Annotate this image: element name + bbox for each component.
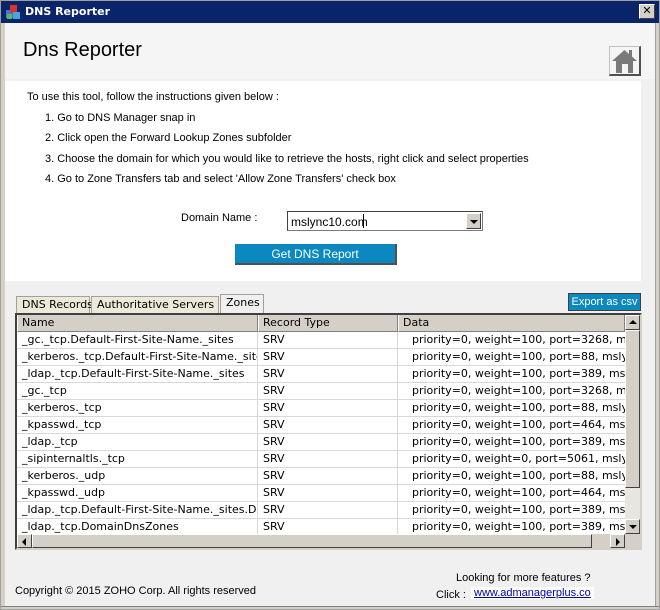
domain-name-combobox[interactable]: mslync10.com <box>287 211 483 231</box>
table-row[interactable]: _ldap._tcp.Default-First-Site-Name._site… <box>17 366 625 383</box>
text-cursor <box>363 214 364 228</box>
close-button[interactable]: ✕ <box>639 4 655 19</box>
cell-data: priority=0, weight=100, port=88, mslync1… <box>412 469 625 482</box>
instruction-step: 4. Go to Zone Transfers tab and select '… <box>45 173 396 185</box>
cell-name: _gc._tcp <box>17 383 258 400</box>
page-title: Dns Reporter <box>23 39 142 61</box>
cell-data: priority=0, weight=100, port=464, mslync… <box>412 418 625 431</box>
cell-name: _ldap._tcp.Default-First-Site-Name._site… <box>17 366 258 383</box>
cell-record-type: SRV <box>258 468 398 485</box>
vertical-scrollbar[interactable] <box>625 315 640 534</box>
home-icon <box>612 50 637 73</box>
tab-authoritative-servers[interactable]: Authoritative Servers <box>91 296 219 313</box>
table-row[interactable]: _kerberos._tcp.Default-First-Site-Name._… <box>17 349 625 366</box>
dns-reporter-app-icon <box>6 5 20 19</box>
home-button[interactable] <box>609 46 641 76</box>
cell-data: priority=0, weight=100, port=389, mslync… <box>412 503 625 516</box>
table-row[interactable]: _kerberos._tcp SRV priority=0, weight=100,… <box>17 400 625 417</box>
dns-reporter-window: DNS Reporter ✕ Dns Reporter To use this … <box>0 0 660 610</box>
domain-name-value[interactable]: mslync10.com <box>291 215 368 229</box>
cell-record-type: SRV <box>258 434 398 451</box>
copyright-text: Copyright © 2015 ZOHO Corp. All rights r… <box>15 585 257 597</box>
cell-name: _ldap._tcp <box>17 434 258 451</box>
dropdown-arrow-icon[interactable] <box>466 213 481 229</box>
table-row[interactable]: _kerberos._udp SRV priority=0, weight=100,… <box>17 468 625 485</box>
cell-record-type: SRV <box>258 400 398 417</box>
cell-data: priority=0, weight=100, port=464, mslync… <box>412 486 625 499</box>
scrollbar-corner <box>625 534 640 548</box>
title-bar: DNS Reporter ✕ <box>1 1 659 23</box>
domain-name-label: Domain Name : <box>181 212 258 224</box>
scroll-up-icon[interactable] <box>625 315 640 330</box>
cell-data: priority=0, weight=0, port=5061, mslync1… <box>412 452 625 465</box>
close-icon: ✕ <box>642 4 652 17</box>
cell-record-type: SRV <box>258 366 398 383</box>
scroll-down-icon[interactable] <box>625 519 640 534</box>
cell-data: priority=0, weight=100, port=88, mslync1… <box>412 350 625 363</box>
table-row[interactable]: _sipinternaltls._tcp SRV priority=0, weigh… <box>17 451 625 468</box>
scroll-right-icon[interactable] <box>610 534 625 548</box>
cell-name: _ldap._tcp.Default-First-Site-Name._site… <box>17 502 258 519</box>
table-row[interactable]: _gc._tcp.Default-First-Site-Name._sites S… <box>17 332 625 349</box>
cell-name: _kerberos._tcp.Default-First-Site-Name._… <box>17 349 258 366</box>
instruction-step: 3. Choose the domain for which you would… <box>45 153 529 165</box>
zones-table: Name Record Type Data _gc._tcp.Default-F… <box>15 313 642 550</box>
window-border-right <box>655 23 659 609</box>
cell-data: priority=0, weight=100, port=389, mslync… <box>412 367 625 380</box>
table-row[interactable]: _ldap._tcp SRV priority=0, weight=100, por… <box>17 434 625 451</box>
window-border-bottom <box>1 606 659 609</box>
cell-data: priority=0, weight=100, port=3268, mslyn… <box>412 384 625 397</box>
table-row[interactable]: _kpasswd._udp SRV priority=0, weight=100, … <box>17 485 625 502</box>
table-row[interactable]: _ldap._tcp.Default-First-Site-Name._site… <box>17 502 625 519</box>
cell-data: priority=0, weight=100, port=3268, mslyn… <box>412 333 625 346</box>
column-header-name[interactable]: Name <box>17 315 258 332</box>
tab-zones[interactable]: Zones <box>220 294 264 313</box>
instructions-panel: To use this tool, follow the instruction… <box>5 81 641 281</box>
table-header: Name Record Type Data <box>17 315 625 332</box>
cell-name: _kerberos._udp <box>17 468 258 485</box>
scroll-left-icon[interactable] <box>17 534 32 548</box>
more-features-text: Looking for more features ? <box>456 572 591 584</box>
cell-data: priority=0, weight=100, port=389, mslync… <box>412 435 625 448</box>
table-row[interactable]: _kpasswd._tcp SRV priority=0, weight=100, … <box>17 417 625 434</box>
cell-name: _kpasswd._tcp <box>17 417 258 434</box>
cell-record-type: SRV <box>258 417 398 434</box>
window-title: DNS Reporter <box>25 5 111 18</box>
cell-name: _sipinternaltls._tcp <box>17 451 258 468</box>
table-row[interactable]: _gc._tcp SRV priority=0, weight=100, port=… <box>17 383 625 400</box>
horizontal-scroll-thumb[interactable] <box>32 534 592 548</box>
header-panel: Dns Reporter <box>5 23 655 79</box>
click-label: Click : <box>436 589 466 601</box>
cell-record-type: SRV <box>258 451 398 468</box>
instruction-step: 2. Click open the Forward Lookup Zones s… <box>45 132 292 144</box>
get-dns-report-button[interactable]: Get DNS Report <box>235 244 397 265</box>
tab-dns-records[interactable]: DNS Records <box>16 296 93 313</box>
column-header-record-type[interactable]: Record Type <box>258 315 398 332</box>
horizontal-scrollbar[interactable] <box>17 534 625 548</box>
export-csv-button[interactable]: Export as csv <box>568 293 641 311</box>
cell-name: _kerberos._tcp <box>17 400 258 417</box>
cell-record-type: SRV <box>258 349 398 366</box>
instruction-step: 1. Go to DNS Manager snap in <box>45 112 196 124</box>
cell-record-type: SRV <box>258 502 398 519</box>
cell-record-type: SRV <box>258 383 398 400</box>
instructions-intro: To use this tool, follow the instruction… <box>27 91 279 103</box>
vertical-scroll-thumb[interactable] <box>625 330 640 488</box>
column-header-data[interactable]: Data <box>398 315 625 332</box>
cell-name: _kpasswd._udp <box>17 485 258 502</box>
admanagerplus-link[interactable]: www.admanagerplus.co <box>471 587 594 599</box>
cell-record-type: SRV <box>258 332 398 349</box>
cell-record-type: SRV <box>258 485 398 502</box>
cell-name: _gc._tcp.Default-First-Site-Name._sites <box>17 332 258 349</box>
cell-data: priority=0, weight=100, port=88, mslync1… <box>412 401 625 414</box>
